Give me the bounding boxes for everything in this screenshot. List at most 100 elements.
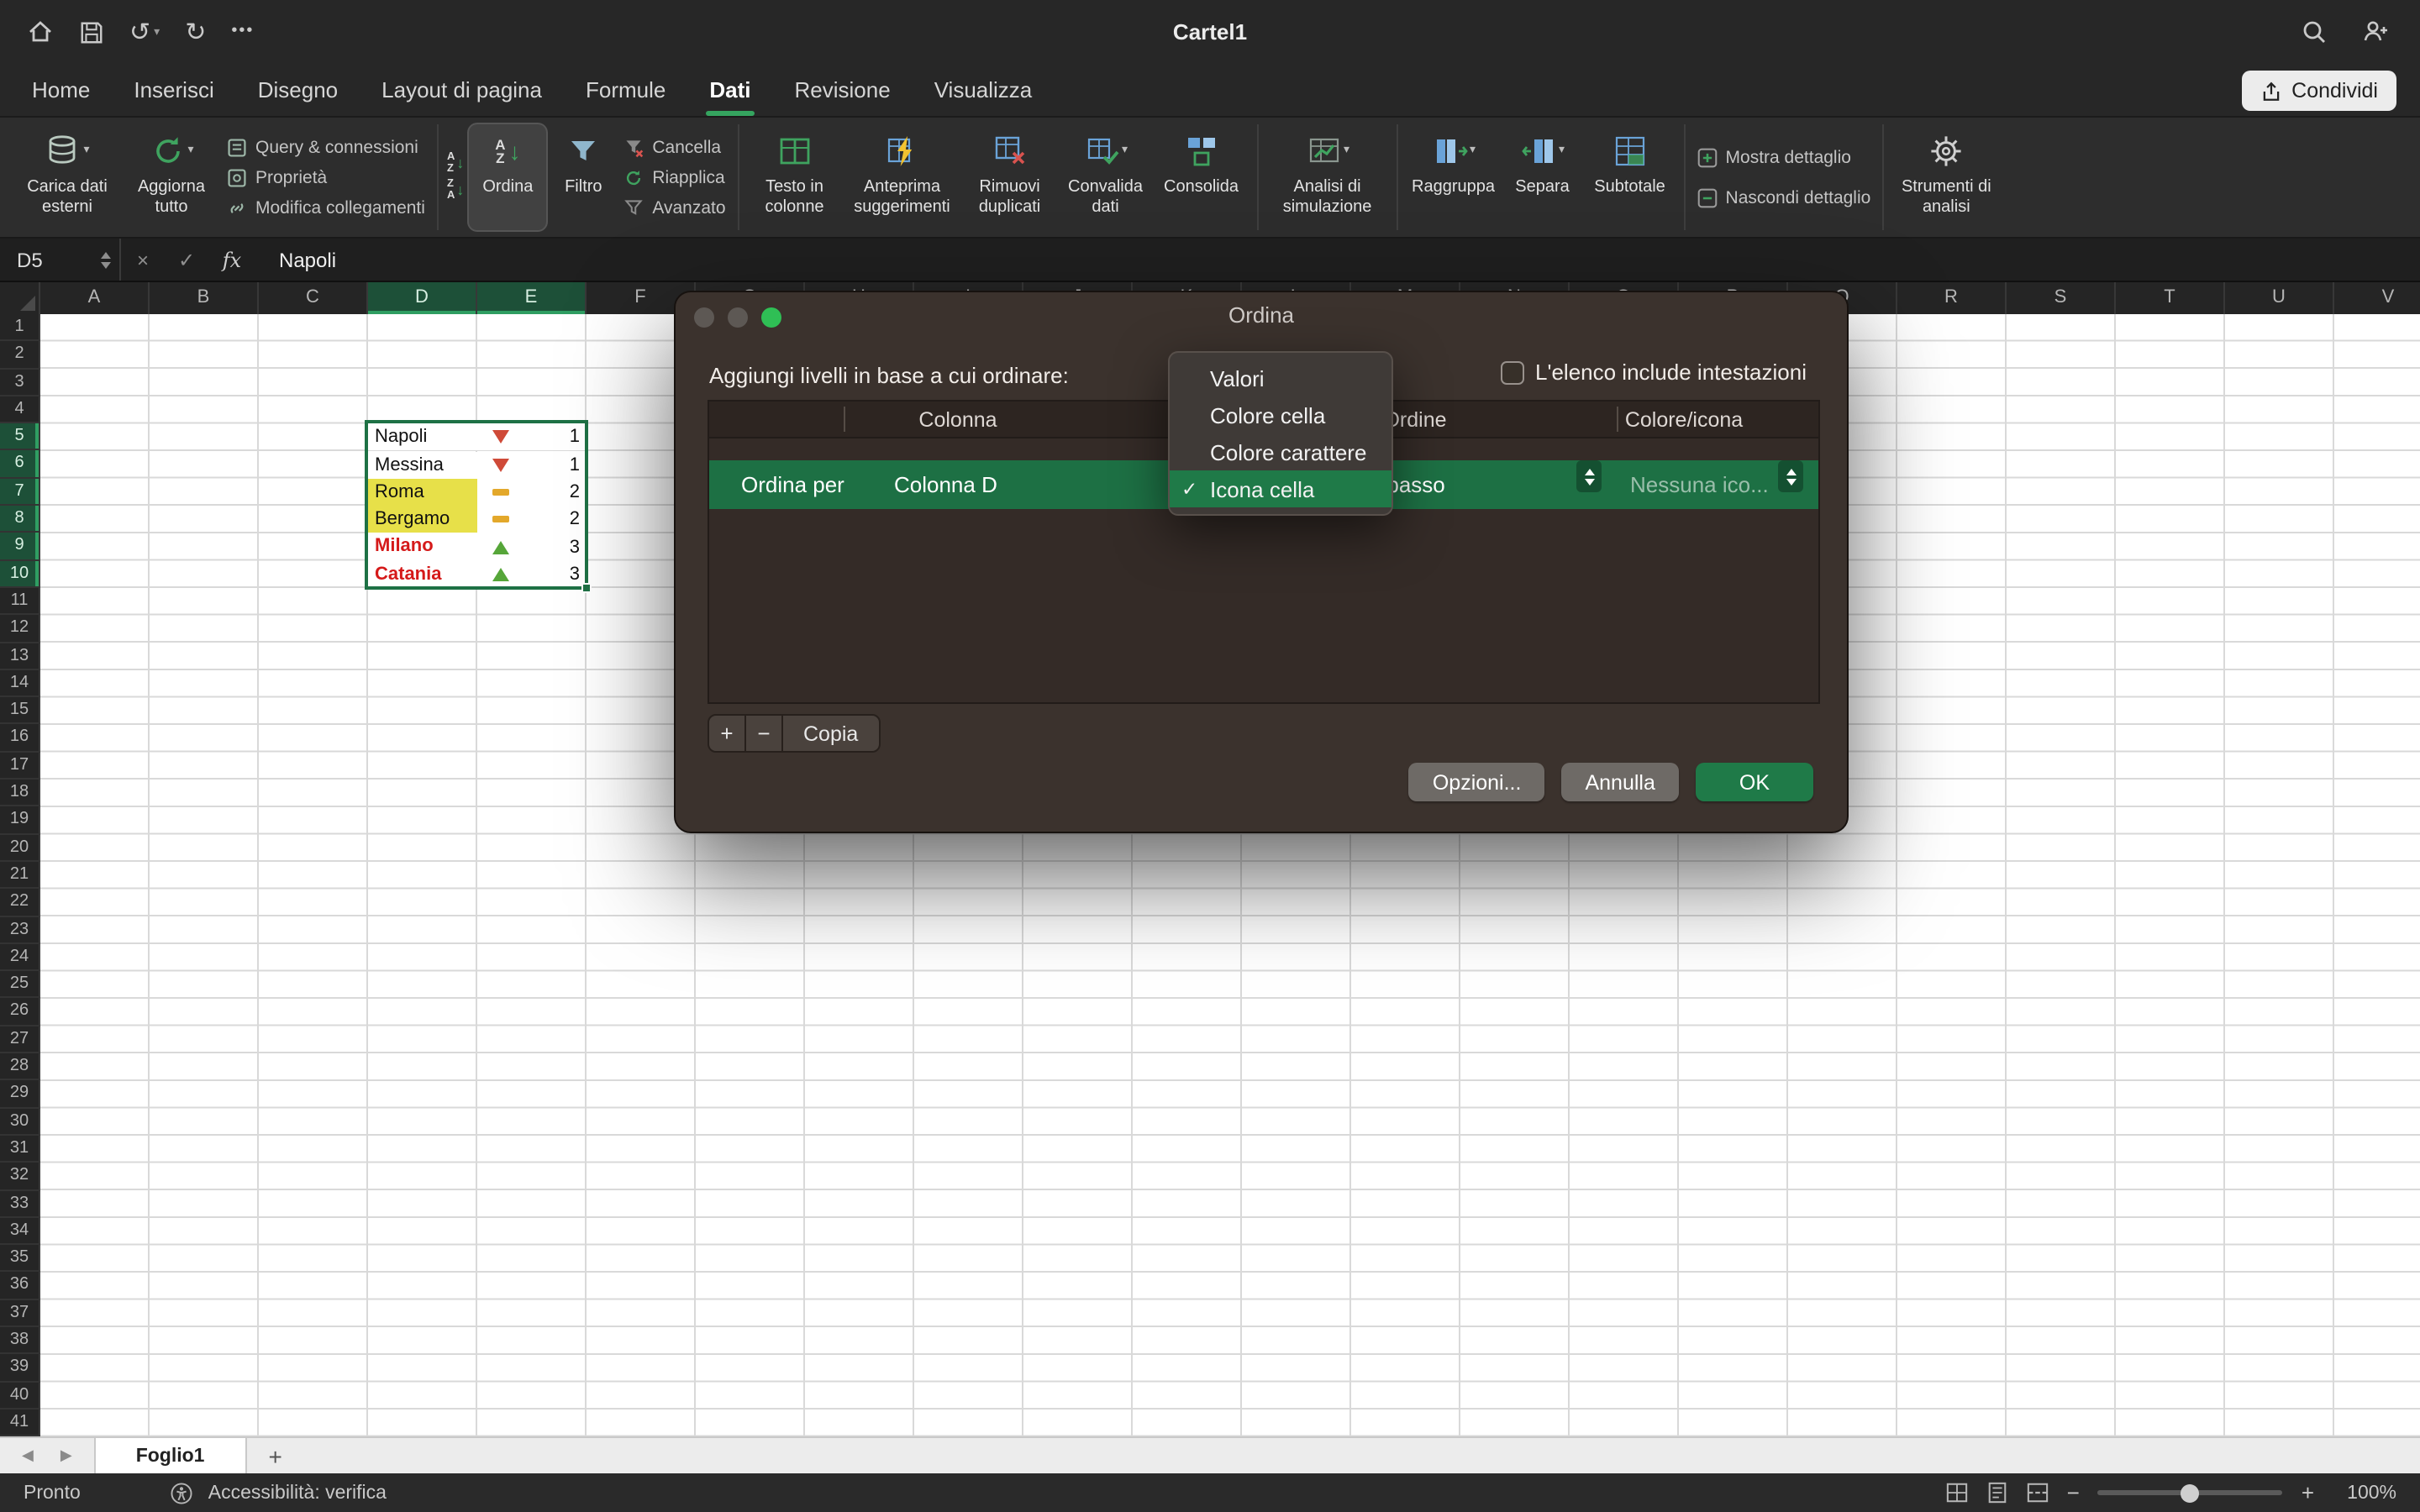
menu-tab-visualizza[interactable]: Visualizza [913, 64, 1055, 116]
row-header-8[interactable]: 8 [0, 506, 40, 533]
add-level-button[interactable]: + [708, 714, 746, 753]
row-header-10[interactable]: 10 [0, 560, 40, 588]
cell-E10[interactable]: 3 [477, 560, 587, 588]
accessibility-icon[interactable] [170, 1481, 193, 1504]
row-header-24[interactable]: 24 [0, 944, 40, 972]
cancella-button[interactable]: Cancella [623, 137, 725, 157]
confirm-entry-icon[interactable]: ✓ [165, 248, 208, 271]
avanzato-button[interactable]: Avanzato [623, 197, 725, 218]
row-header-17[interactable]: 17 [0, 753, 40, 780]
cell-D8[interactable]: Bergamo [368, 506, 477, 533]
zoom-level-label[interactable]: 100% [2333, 1483, 2396, 1503]
cancel-button[interactable]: Annulla [1561, 763, 1678, 801]
menu-tab-formule[interactable]: Formule [564, 64, 687, 116]
row-header-1[interactable]: 1 [0, 314, 40, 342]
row-header-34[interactable]: 34 [0, 1218, 40, 1246]
menu-tab-home[interactable]: Home [10, 64, 112, 116]
row-header-40[interactable]: 40 [0, 1382, 40, 1410]
column-header-E[interactable]: E [477, 282, 587, 314]
share-button[interactable]: Condividi [2241, 71, 2396, 111]
row-header-41[interactable]: 41 [0, 1410, 40, 1436]
add-sheet-button[interactable]: + [246, 1438, 303, 1473]
column-header-S[interactable]: S [2007, 282, 2116, 314]
column-header-B[interactable]: B [150, 282, 259, 314]
row-header-11[interactable]: 11 [0, 588, 40, 616]
next-sheet-icon[interactable]: ▶ [60, 1446, 72, 1465]
save-icon[interactable] [79, 19, 104, 45]
menu-tab-layout-di-pagina[interactable]: Layout di pagina [360, 64, 564, 116]
row-header-29[interactable]: 29 [0, 1081, 40, 1109]
row-header-36[interactable]: 36 [0, 1273, 40, 1300]
cell-E8[interactable]: 2 [477, 506, 587, 533]
redo-icon[interactable]: ↻ [185, 19, 206, 45]
row-header-16[interactable]: 16 [0, 725, 40, 753]
sheet-tab-foglio1[interactable]: Foglio1 [94, 1438, 247, 1473]
row-header-2[interactable]: 2 [0, 342, 40, 370]
zoom-slider[interactable] [2098, 1490, 2283, 1495]
normal-view-icon[interactable] [1946, 1482, 1968, 1504]
filtro-button[interactable]: Filtro [546, 124, 620, 230]
cell-D7[interactable]: Roma [368, 479, 477, 507]
page-break-view-icon[interactable] [2027, 1482, 2049, 1504]
cell-E6[interactable]: 1 [477, 451, 587, 479]
popup-item-colore-carattere[interactable]: Colore carattere [1170, 433, 1392, 470]
aggiorna-tutto-button[interactable]: ▾ Aggiorna tutto [119, 124, 224, 230]
popup-item-valori[interactable]: Valori [1170, 360, 1392, 396]
row-header-5[interactable]: 5 [0, 423, 40, 451]
color-icon-dropdown-stepper-icon[interactable] [1778, 460, 1803, 492]
ok-button[interactable]: OK [1696, 763, 1813, 801]
search-icon[interactable] [2301, 18, 2328, 45]
row-header-38[interactable]: 38 [0, 1327, 40, 1355]
cell-E7[interactable]: 2 [477, 479, 587, 507]
column-header-V[interactable]: V [2334, 282, 2420, 314]
accessibility-label[interactable]: Accessibilità: verifica [208, 1483, 387, 1503]
row-header-15[interactable]: 15 [0, 697, 40, 725]
column-dropdown-value[interactable]: Colonna D [894, 460, 997, 509]
row-header-32[interactable]: 32 [0, 1163, 40, 1190]
row-header-4[interactable]: 4 [0, 396, 40, 424]
cell-E9[interactable]: 3 [477, 533, 587, 561]
nascondi-dettaglio-button[interactable]: Nascondi dettaglio [1697, 187, 1871, 207]
query-connections-button[interactable]: Query & connessioni [227, 137, 425, 157]
menu-tab-disegno[interactable]: Disegno [236, 64, 360, 116]
previous-sheet-icon[interactable]: ◀ [22, 1446, 34, 1465]
row-header-12[interactable]: 12 [0, 616, 40, 643]
sort-ascending-button[interactable]: AZ ↓ [447, 153, 464, 175]
name-box[interactable]: D5 [0, 239, 121, 281]
row-header-22[interactable]: 22 [0, 889, 40, 916]
zoom-slider-thumb[interactable] [2181, 1483, 2200, 1502]
column-header-C[interactable]: C [259, 282, 368, 314]
row-header-37[interactable]: 37 [0, 1299, 40, 1327]
color-icon-dropdown-value[interactable]: Nessuna ico... [1630, 460, 1769, 509]
row-header-31[interactable]: 31 [0, 1136, 40, 1163]
modifica-collegamenti-button[interactable]: Modifica collegamenti [227, 197, 425, 218]
cancel-entry-icon[interactable]: × [121, 248, 165, 271]
more-commands-icon[interactable]: ••• [231, 24, 254, 40]
row-header-27[interactable]: 27 [0, 1026, 40, 1053]
row-header-21[interactable]: 21 [0, 862, 40, 890]
undo-button[interactable]: ↺▾ [129, 19, 160, 45]
menu-tab-dati[interactable]: Dati [687, 64, 772, 116]
headers-checkbox[interactable] [1500, 360, 1523, 384]
insert-function-icon[interactable]: fx [208, 248, 255, 271]
cell-D10[interactable]: Catania [368, 560, 477, 588]
row-header-39[interactable]: 39 [0, 1355, 40, 1383]
menu-tab-inserisci[interactable]: Inserisci [112, 64, 235, 116]
zoom-out-icon[interactable]: − [2067, 1480, 2080, 1505]
name-box-stepper-icon[interactable] [101, 251, 111, 268]
row-header-33[interactable]: 33 [0, 1190, 40, 1218]
menu-tab-revisione[interactable]: Revisione [773, 64, 913, 116]
row-header-26[interactable]: 26 [0, 999, 40, 1026]
row-header-13[interactable]: 13 [0, 643, 40, 670]
row-header-18[interactable]: 18 [0, 780, 40, 807]
column-header-A[interactable]: A [40, 282, 150, 314]
testo-colonne-button[interactable]: Testo in colonne [748, 124, 842, 230]
order-dropdown-stepper-icon[interactable] [1576, 460, 1602, 492]
cell-E5[interactable]: 1 [477, 423, 587, 451]
row-header-6[interactable]: 6 [0, 451, 40, 479]
sort-descending-button[interactable]: ZA ↓ [447, 180, 464, 202]
carica-dati-button[interactable]: ▾ Carica dati esterni [15, 124, 119, 230]
row-header-28[interactable]: 28 [0, 1053, 40, 1081]
row-header-35[interactable]: 35 [0, 1245, 40, 1273]
row-header-20[interactable]: 20 [0, 834, 40, 862]
